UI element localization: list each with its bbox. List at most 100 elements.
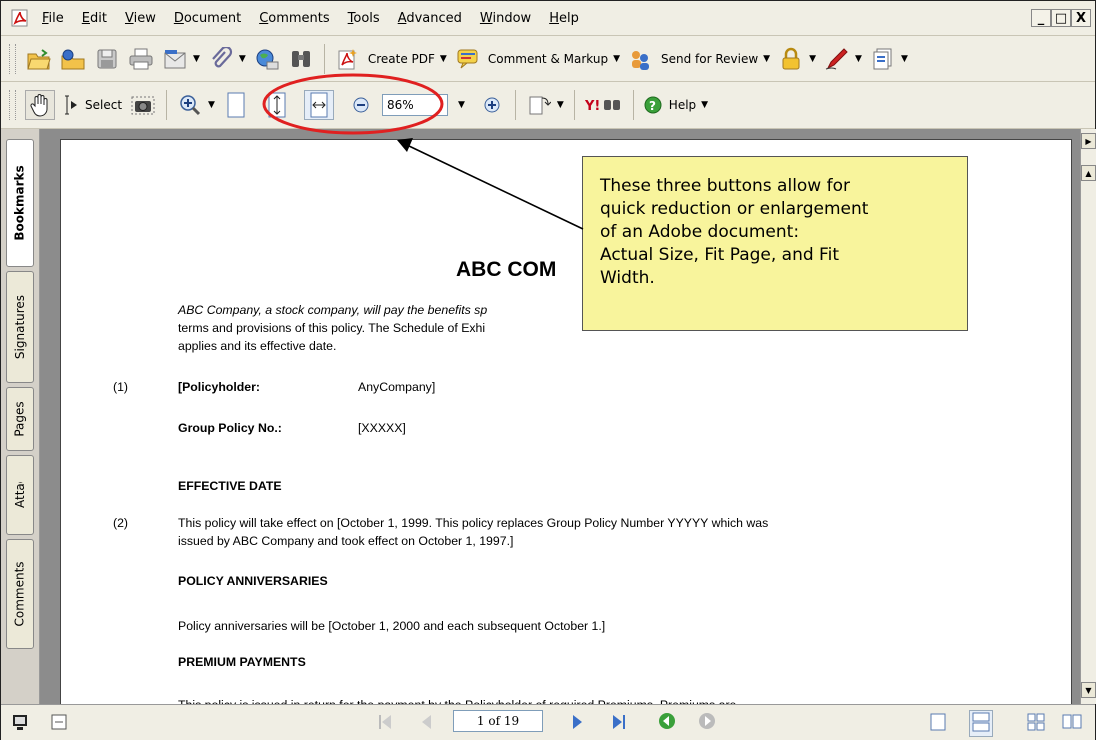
premium-heading: PREMIUM PAYMENTS [178, 655, 306, 669]
next-view-icon[interactable] [697, 711, 717, 734]
help-dropdown-icon[interactable]: ▼ [701, 100, 708, 110]
intro-line-1: ABC Company, a stock company, will pay t… [178, 303, 488, 317]
comment-markup-icon[interactable] [454, 45, 482, 73]
view-toolbar: Select ▼ 86% ▼ ▼ Y! ? Help ▼ [1, 82, 1095, 129]
scroll-right-arrow-icon[interactable]: ▶ [1081, 133, 1096, 149]
comment-markup-button[interactable]: Comment & Markup [488, 52, 608, 66]
acrobat-window: File Edit View Document Comments Tools A… [0, 0, 1096, 740]
single-page-layout-icon[interactable] [929, 712, 947, 735]
file-toolbar: ▼ ▼ Create PDF ▼ Comment & Markup ▼ Send… [1, 36, 1095, 82]
minimize-button[interactable]: _ [1031, 9, 1051, 27]
comment-markup-dropdown-icon[interactable]: ▼ [613, 54, 620, 64]
save-icon[interactable] [93, 45, 121, 73]
window-controls: _ □ X [1031, 9, 1091, 27]
close-button[interactable]: X [1071, 9, 1091, 27]
create-pdf-icon[interactable] [334, 45, 362, 73]
web-search-globe-icon[interactable] [253, 45, 281, 73]
menu-comments[interactable]: Comments [250, 11, 338, 26]
select-button[interactable]: Select [85, 98, 122, 112]
tab-comments[interactable]: Comments [6, 539, 34, 649]
group-policy-label: Group Policy No.: [178, 421, 282, 435]
menu-tools[interactable]: Tools [339, 11, 389, 26]
zoom-level-dropdown-icon[interactable]: ▼ [458, 100, 465, 110]
open-folder-icon[interactable] [25, 45, 53, 73]
email-dropdown-icon[interactable]: ▼ [193, 54, 200, 64]
secure-dropdown-icon[interactable]: ▼ [809, 54, 816, 64]
menu-advanced[interactable]: Advanced [389, 11, 471, 26]
zoom-out-icon[interactable] [347, 91, 375, 119]
scroll-up-arrow-icon[interactable]: ▲ [1081, 165, 1096, 181]
help-question-icon[interactable]: ? [643, 91, 663, 119]
tab-attachments-label: Attachments [13, 482, 27, 508]
forms-icon[interactable] [869, 45, 897, 73]
sign-pen-icon[interactable] [823, 45, 851, 73]
next-page-icon[interactable] [570, 712, 586, 735]
send-for-review-icon[interactable] [627, 45, 655, 73]
snapshot-camera-icon[interactable] [129, 91, 157, 119]
forms-dropdown-icon[interactable]: ▼ [901, 54, 908, 64]
toolbar-separator [166, 90, 168, 120]
fit-width-icon[interactable] [303, 90, 334, 120]
toolbar-grip[interactable] [9, 90, 16, 120]
callout-line-1: These three buttons allow for [600, 176, 850, 196]
attach-dropdown-icon[interactable]: ▼ [239, 54, 246, 64]
monitor-icon[interactable] [11, 713, 29, 734]
actual-size-icon[interactable] [222, 91, 250, 119]
menu-document[interactable]: Document [165, 11, 250, 26]
binoculars-search-icon[interactable] [287, 45, 315, 73]
email-icon[interactable] [161, 45, 189, 73]
zoom-in-tool-icon[interactable] [176, 91, 204, 119]
sign-dropdown-icon[interactable]: ▼ [855, 54, 862, 64]
document-title: ABC COM [456, 258, 557, 281]
zoom-level-input[interactable]: 86% [381, 94, 448, 116]
previous-page-icon[interactable] [418, 712, 434, 735]
navigation-panel-tabs: Bookmarks Signatures Pages Attachments C… [1, 129, 40, 704]
first-page-icon[interactable] [376, 712, 394, 735]
effective-line-1: This policy will take effect on [October… [178, 516, 769, 530]
yahoo-search-icon[interactable]: Y! [584, 91, 624, 119]
vertical-scrollbar[interactable]: ▶ ▲ ▼ [1080, 129, 1096, 704]
menu-view[interactable]: View [116, 11, 165, 26]
menu-window[interactable]: Window [471, 11, 540, 26]
page-number-input[interactable]: 1 of 19 [453, 710, 543, 732]
print-icon[interactable] [127, 45, 155, 73]
facing-layout-icon[interactable] [1061, 712, 1083, 735]
create-pdf-button[interactable]: Create PDF [368, 52, 435, 66]
hand-tool-icon[interactable] [25, 90, 55, 120]
tab-signatures-label: Signatures [13, 294, 27, 360]
continuous-facing-layout-icon[interactable] [1026, 712, 1046, 735]
scroll-down-arrow-icon[interactable]: ▼ [1081, 682, 1096, 698]
toolbar-grip[interactable] [9, 43, 16, 74]
callout-line-2: quick reduction or enlargement [600, 199, 869, 219]
secure-lock-icon[interactable] [777, 45, 805, 73]
tab-attachments[interactable]: Attachments [6, 455, 34, 535]
acrobat-logo-icon [11, 9, 29, 27]
send-for-review-button[interactable]: Send for Review [661, 52, 758, 66]
menu-edit[interactable]: Edit [73, 11, 116, 26]
fit-page-icon[interactable] [263, 91, 291, 119]
menu-file[interactable]: File [33, 11, 73, 26]
page-options-icon[interactable] [51, 714, 67, 733]
tab-bookmarks[interactable]: Bookmarks [6, 139, 34, 267]
help-button[interactable]: Help [669, 98, 696, 112]
last-page-icon[interactable] [610, 712, 628, 735]
zoom-tool-dropdown-icon[interactable]: ▼ [208, 100, 215, 110]
send-for-review-dropdown-icon[interactable]: ▼ [763, 54, 770, 64]
create-pdf-dropdown-icon[interactable]: ▼ [440, 54, 447, 64]
continuous-layout-icon[interactable] [969, 710, 993, 737]
callout-note: These three buttons allow for quick redu… [582, 156, 968, 331]
previous-view-icon[interactable] [657, 711, 677, 734]
rotate-dropdown-icon[interactable]: ▼ [557, 100, 564, 110]
zoom-in-icon[interactable] [478, 91, 506, 119]
toolbar-separator [573, 90, 575, 120]
organizer-icon[interactable] [59, 45, 87, 73]
item-number-2: (2) [113, 516, 129, 530]
restore-button[interactable]: □ [1051, 9, 1071, 27]
select-tool-icon[interactable] [61, 91, 79, 119]
tab-signatures[interactable]: Signatures [6, 271, 34, 383]
attach-paperclip-icon[interactable] [207, 45, 235, 73]
rotate-page-icon[interactable] [525, 91, 553, 119]
menu-help[interactable]: Help [540, 11, 588, 26]
toolbar-separator [632, 90, 634, 120]
tab-pages[interactable]: Pages [6, 387, 34, 451]
